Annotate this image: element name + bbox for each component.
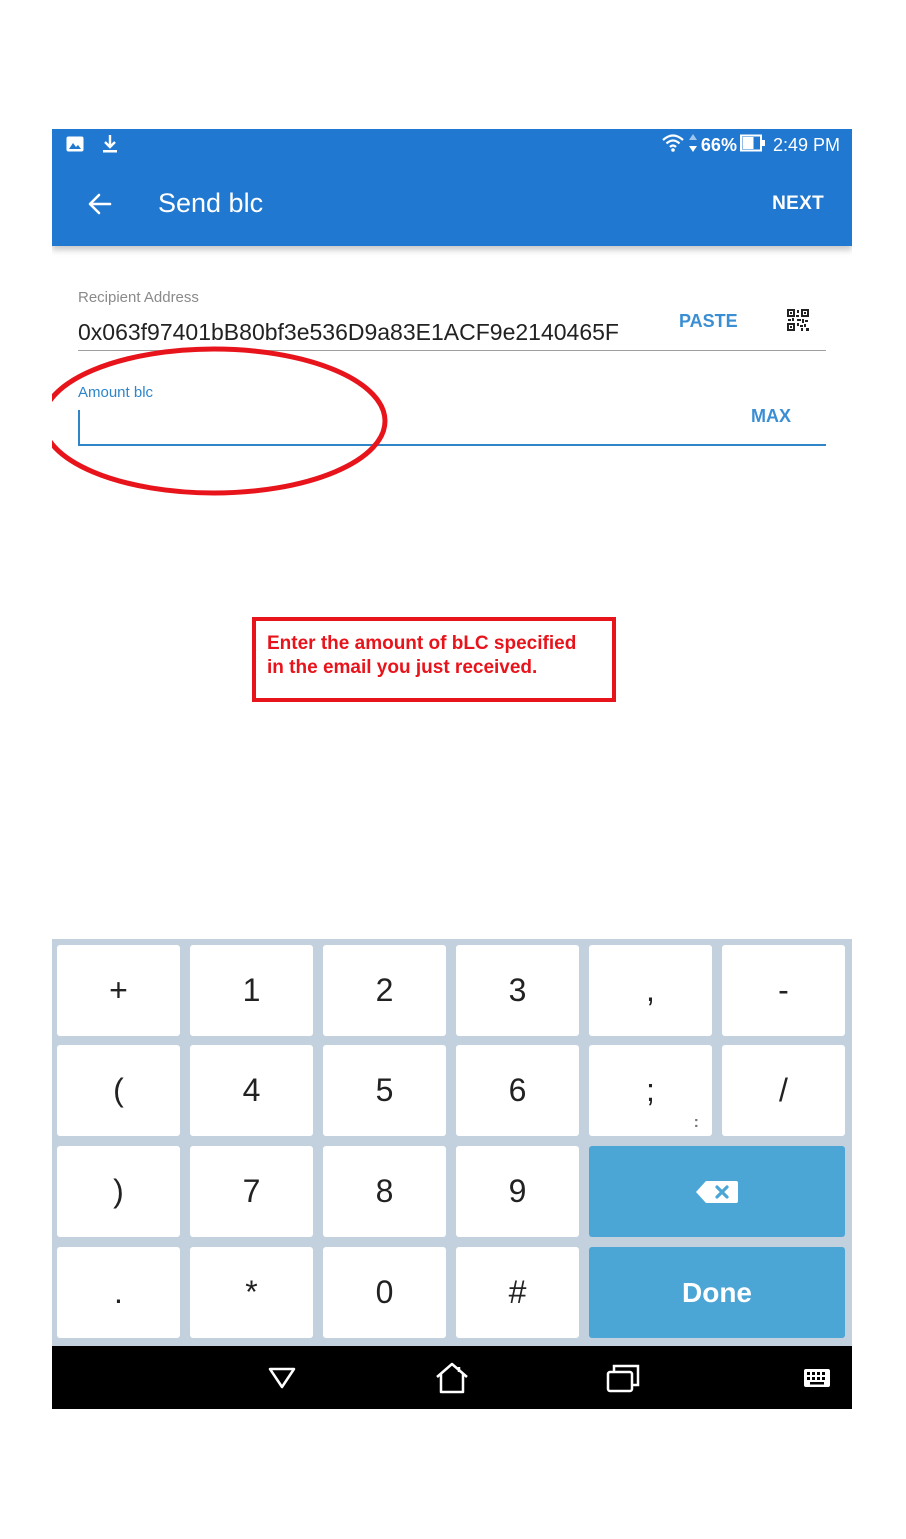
key-semicolon[interactable]: ;: — [589, 1045, 712, 1136]
nav-home-button[interactable] — [434, 1360, 470, 1396]
clock: 2:49 PM — [772, 134, 840, 155]
qr-code-icon[interactable] — [787, 309, 809, 331]
amount-label: Amount blc — [78, 384, 154, 401]
text-cursor — [78, 410, 80, 444]
instruction-callout: Enter the amount of bLC specified in the… — [252, 617, 616, 702]
device-screen: 66% 2:49 PM Send blc NEXT Recipient Addr… — [52, 129, 852, 1409]
key-minus[interactable]: - — [722, 945, 845, 1036]
key-1[interactable]: 1 — [190, 945, 313, 1036]
image-icon — [66, 136, 84, 157]
key-0[interactable]: 0 — [323, 1247, 446, 1338]
done-key[interactable]: Done — [589, 1247, 845, 1338]
data-arrows-icon — [688, 133, 698, 158]
keyboard-icon — [804, 1369, 830, 1387]
back-triangle-icon — [268, 1367, 296, 1389]
key-3[interactable]: 3 — [456, 945, 579, 1036]
back-button[interactable] — [82, 186, 118, 222]
paste-button[interactable]: PASTE — [679, 311, 738, 332]
home-icon — [436, 1362, 468, 1394]
status-left-icons — [66, 134, 118, 159]
max-button[interactable]: MAX — [751, 406, 791, 427]
screen-title: Send blc — [158, 188, 264, 218]
instruction-line-2: in the email you just received. — [267, 657, 538, 678]
battery-icon — [739, 134, 766, 157]
key-9[interactable]: 9 — [456, 1146, 579, 1237]
next-button[interactable]: NEXT — [772, 193, 824, 215]
key-open-paren[interactable]: ( — [57, 1045, 180, 1136]
key-colon-hint: : — [693, 1114, 699, 1131]
instruction-line-1: Enter the amount of bLC specified — [267, 633, 577, 654]
download-icon — [102, 134, 118, 159]
numeric-keypad: + 1 2 3 , - ( 4 5 6 ;: / ) 7 8 9 . * 0 #… — [52, 939, 852, 1346]
key-hash[interactable]: # — [456, 1247, 579, 1338]
arrow-left-icon — [88, 193, 112, 215]
status-bar: 66% 2:49 PM — [52, 129, 852, 162]
key-5[interactable]: 5 — [323, 1045, 446, 1136]
key-8[interactable]: 8 — [323, 1146, 446, 1237]
recipient-underline — [78, 350, 826, 351]
nav-keyboard-button[interactable] — [799, 1360, 835, 1396]
navigation-bar — [52, 1346, 852, 1409]
key-asterisk[interactable]: * — [190, 1247, 313, 1338]
amount-underline — [78, 444, 826, 446]
key-4[interactable]: 4 — [190, 1045, 313, 1136]
nav-back-button[interactable] — [264, 1360, 300, 1396]
key-6[interactable]: 6 — [456, 1045, 579, 1136]
key-period[interactable]: . — [57, 1247, 180, 1338]
battery-percent: 66% — [700, 134, 737, 155]
key-close-paren[interactable]: ) — [57, 1146, 180, 1237]
wifi-icon — [661, 133, 685, 158]
key-7[interactable]: 7 — [190, 1146, 313, 1237]
recents-icon — [606, 1364, 640, 1393]
recipient-address-label: Recipient Address — [78, 289, 199, 306]
amount-input[interactable] — [78, 407, 728, 443]
nav-recents-button[interactable] — [605, 1360, 641, 1396]
backspace-icon — [696, 1180, 738, 1203]
key-plus[interactable]: + — [57, 945, 180, 1036]
recipient-address-field[interactable]: 0x063f97401bB80bf3e536D9a83E1ACF9e214046… — [78, 319, 619, 346]
key-2[interactable]: 2 — [323, 945, 446, 1036]
status-right: 66% 2:49 PM — [661, 133, 840, 157]
key-slash[interactable]: / — [722, 1045, 845, 1136]
key-comma[interactable]: , — [589, 945, 712, 1036]
backspace-key[interactable] — [589, 1146, 845, 1237]
app-bar: 66% 2:49 PM Send blc NEXT — [52, 129, 852, 246]
